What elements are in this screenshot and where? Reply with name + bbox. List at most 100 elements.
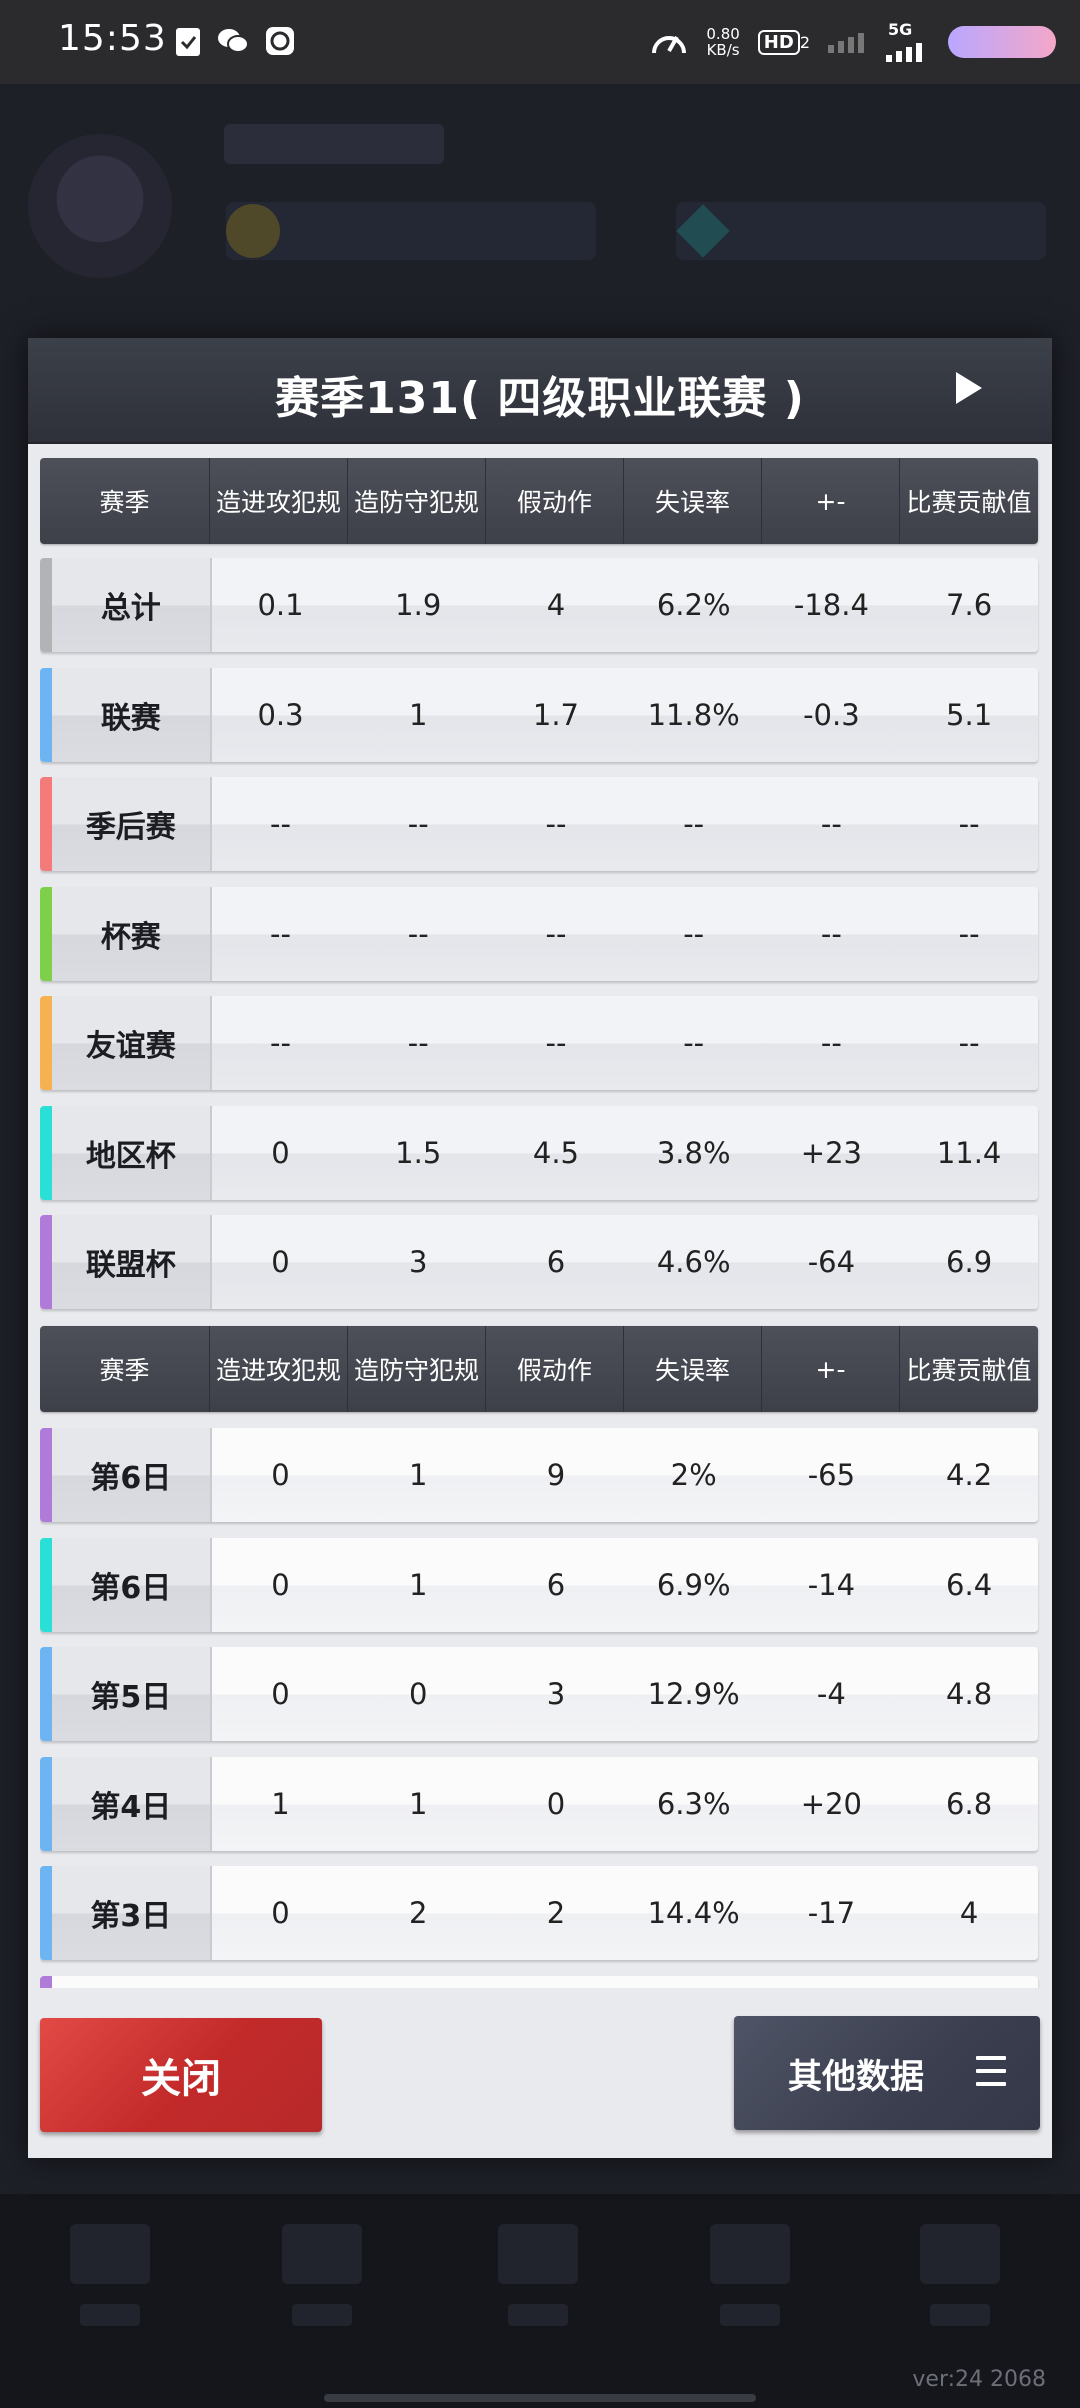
column-header: 假动作 — [486, 1326, 624, 1412]
column-header: +- — [762, 458, 900, 544]
other-data-button-label: 其他数据 — [788, 2056, 924, 2097]
next-season-button[interactable] — [956, 372, 982, 404]
row-color-marker — [40, 667, 52, 762]
row-label: 第3日 — [51, 1866, 212, 1960]
row-cell: -64 — [807, 1245, 856, 1279]
game-row[interactable]: 第3日 0 2 2 14.4% -17 4 — [40, 1866, 1038, 1960]
game-row[interactable]: 第4日 1 1 0 6.3% +20 6.8 — [40, 1756, 1038, 1851]
row-color-marker — [40, 1105, 52, 1200]
table-header-1: 赛季 造进攻犯规 造防守犯规 假动作 失误率 +- 比赛贡献值 — [40, 458, 1038, 544]
bottom-tab-1 — [60, 2224, 160, 2354]
row-cell: -- — [683, 807, 705, 841]
row-color-marker — [40, 1537, 52, 1632]
bottom-tab-3 — [488, 2224, 588, 2354]
row-cell: 1.9 — [395, 588, 442, 622]
gold-coin-icon — [226, 204, 280, 258]
row-color-marker — [40, 558, 52, 652]
row-cell: 7.6 — [946, 588, 993, 622]
row-label: 地区杯 — [51, 1105, 212, 1200]
stats-modal: 赛季131( 四级职业联赛 ) 赛季 造进攻犯规 造防守犯规 假动作 失误率 +- 比赛贡献… — [28, 338, 1052, 2158]
row-color-marker — [40, 996, 52, 1090]
bottom-tab-4 — [700, 2224, 800, 2354]
row-cell: +20 — [800, 1786, 862, 1821]
column-header: 比赛贡献值 — [906, 1356, 1032, 1385]
row-label: 友谊赛 — [51, 996, 212, 1090]
row-cell: 0.1 — [257, 588, 304, 622]
column-header: 失误率 — [624, 458, 762, 544]
column-header: 赛季 — [40, 458, 210, 544]
game-row[interactable]: 第5日 0 0 3 12.9% -4 4.8 — [40, 1647, 1038, 1741]
row-cell: 3.8% — [656, 1135, 731, 1170]
row-cell: 0 — [271, 1458, 290, 1492]
season-row[interactable]: 总计 0.1 1.9 4 6.2% -18.4 7.6 — [40, 558, 1038, 652]
row-cell: 0.3 — [257, 697, 304, 732]
season-row[interactable]: 季后赛 -- -- -- -- -- -- — [40, 777, 1038, 871]
stats-table[interactable]: 赛季 造进攻犯规 造防守犯规 假动作 失误率 +- 比赛贡献值 总计 0.1 1.9 4 6.2% -1… — [40, 458, 1040, 1988]
status-right: 0.80 KB/s HD 2 5G — [650, 16, 1056, 68]
row-cell: -17 — [807, 1896, 856, 1930]
signal-weak-icon — [828, 33, 864, 53]
column-header: 赛季 — [40, 1326, 210, 1412]
row-cell: 6.9 — [946, 1245, 993, 1279]
season-row[interactable]: 地区杯 0 1.5 4.5 3.8% +23 11.4 — [40, 1105, 1038, 1200]
season-row[interactable]: 联盟杯 0 3 6 4.6% -64 6.9 — [40, 1215, 1038, 1309]
speedometer-icon — [652, 36, 687, 54]
row-label: 第6日 — [51, 1428, 212, 1522]
battery-icon — [948, 26, 1056, 58]
row-cell: -- — [958, 807, 980, 841]
season-row[interactable]: 杯赛 -- -- -- -- -- -- — [40, 886, 1038, 981]
table-header-2: 赛季 造进攻犯规 造防守犯规 假动作 失误率 +- 比赛贡献值 — [40, 1326, 1038, 1412]
row-cell: -- — [820, 916, 842, 951]
row-cell: 0 — [271, 1135, 290, 1170]
row-cell: 5.1 — [946, 697, 993, 732]
row-cell: 1 — [409, 1786, 428, 1821]
game-row-partial[interactable] — [40, 1975, 1038, 1988]
row-label: 第6日 — [51, 1537, 212, 1632]
close-button[interactable]: 关闭 — [40, 2018, 322, 2132]
row-label: 第5日 — [51, 1647, 212, 1741]
season-row[interactable]: 联赛 0.3 1 1.7 11.8% -0.3 5.1 — [40, 667, 1038, 762]
row-label: 杯赛 — [51, 886, 212, 981]
row-cell: 1 — [409, 697, 428, 732]
row-cell: 6.4 — [946, 1567, 993, 1602]
row-cell: -- — [545, 916, 567, 951]
row-color-marker — [40, 1428, 52, 1522]
status-bar: 15:53 0.80 KB/s HD 2 5G — [0, 0, 1080, 84]
coin-bar — [226, 202, 596, 260]
row-color-marker — [40, 1866, 52, 1960]
row-cell: +23 — [800, 1135, 862, 1170]
row-cell: -- — [545, 807, 567, 841]
close-button-label: 关闭 — [141, 2056, 221, 2102]
row-cell: 0 — [271, 1567, 290, 1602]
row-cell: -- — [820, 807, 842, 841]
row-cell: 11.8% — [647, 697, 740, 732]
row-cell: 1.5 — [395, 1135, 442, 1170]
season-row[interactable]: 友谊赛 -- -- -- -- -- -- — [40, 996, 1038, 1090]
column-header: 假动作 — [486, 458, 624, 544]
row-label: 第4日 — [51, 1756, 212, 1851]
column-header: 造进攻犯规 — [210, 458, 348, 544]
row-cell: 9 — [546, 1458, 566, 1492]
row-cell: 6 — [546, 1567, 566, 1602]
row-cell: 2 — [546, 1896, 566, 1930]
column-header: +- — [762, 1326, 900, 1412]
row-cell: -- — [683, 916, 705, 951]
row-cell: -- — [407, 807, 429, 841]
row-cell: 2 — [409, 1896, 428, 1930]
row-cell: -- — [407, 1026, 429, 1060]
status-time: 15:53 — [58, 18, 167, 59]
other-data-button[interactable]: 其他数据 — [734, 2016, 1040, 2130]
row-cell: -- — [958, 1026, 980, 1060]
column-header: 造进攻犯规 — [210, 1326, 348, 1412]
row-cell: 1 — [271, 1786, 290, 1821]
row-cell: 3 — [409, 1245, 428, 1279]
row-cell: 4.8 — [946, 1677, 993, 1711]
row-cell: 11.4 — [936, 1135, 1002, 1170]
signal-bars-icon — [886, 43, 922, 62]
game-row[interactable]: 第6日 0 1 6 6.9% -14 6.4 — [40, 1537, 1038, 1632]
row-color-marker — [40, 777, 52, 871]
home-indicator[interactable] — [324, 2394, 756, 2402]
game-row[interactable]: 第6日 0 1 9 2% -65 4.2 — [40, 1428, 1038, 1522]
app-notification-icon — [266, 27, 294, 55]
row-cell: -0.3 — [803, 697, 860, 732]
